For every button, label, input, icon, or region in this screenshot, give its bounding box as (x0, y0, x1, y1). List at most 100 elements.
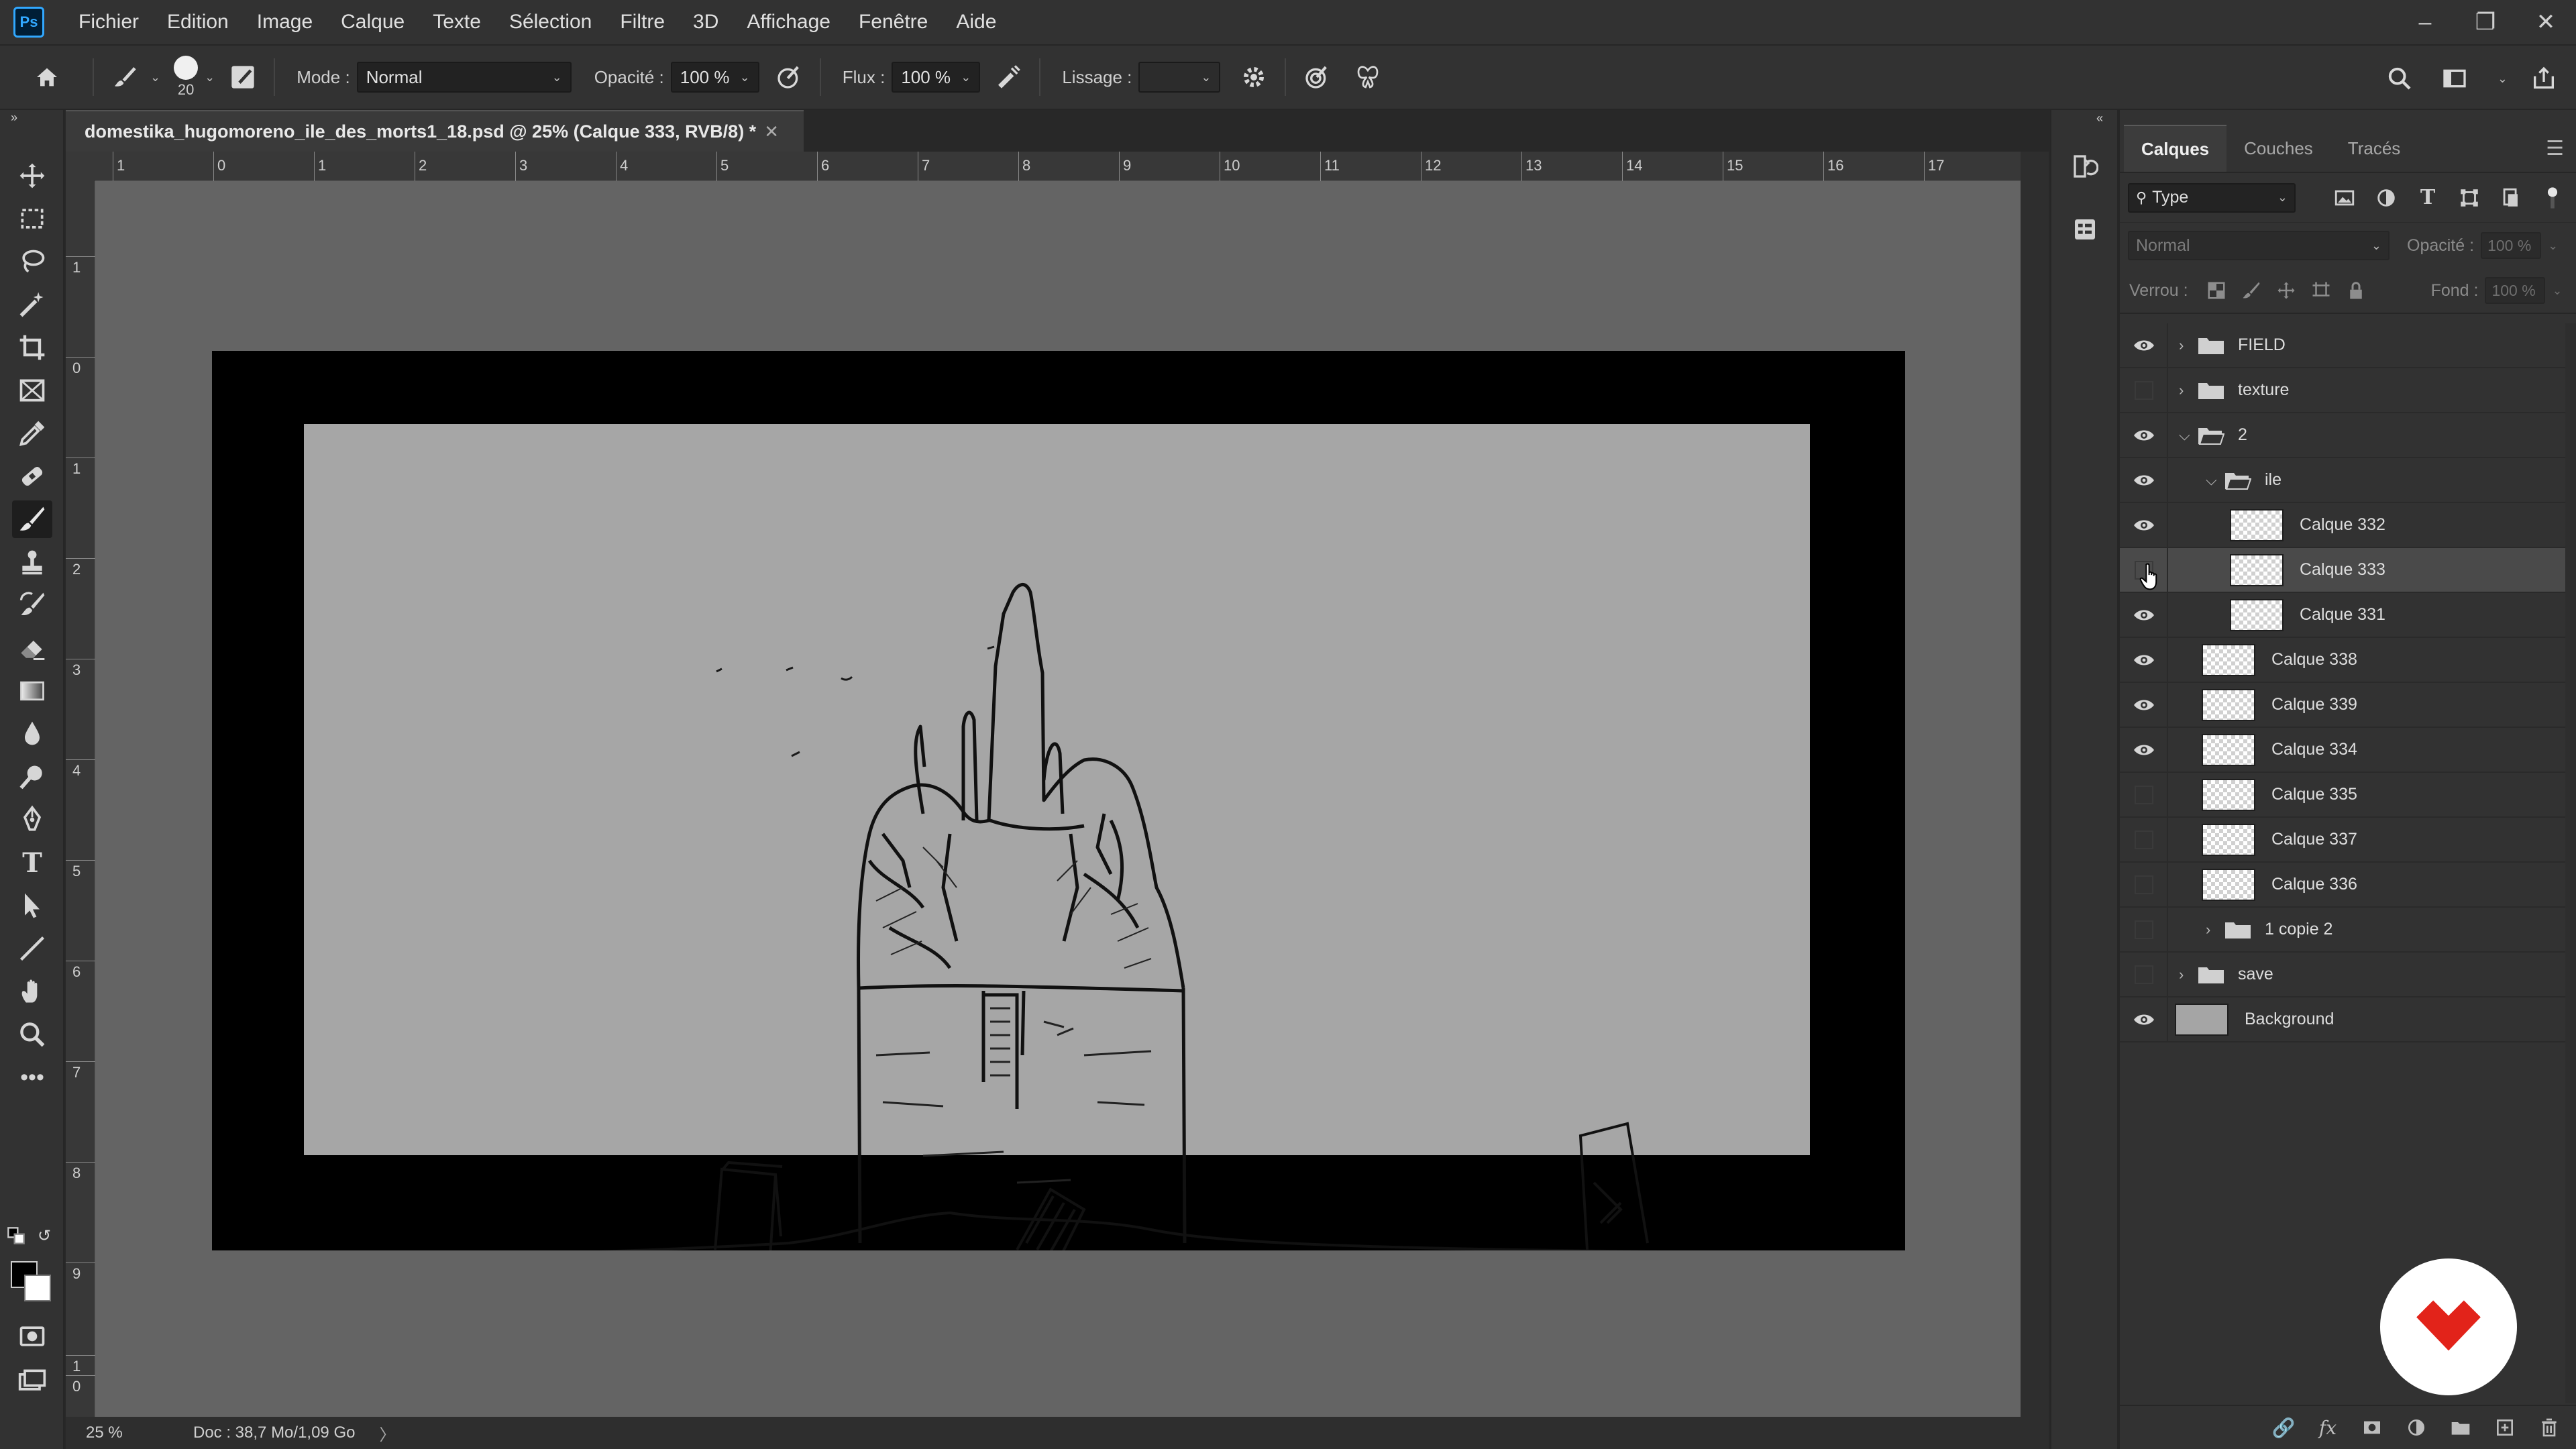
minimize-icon[interactable]: – (2408, 5, 2442, 39)
close-icon[interactable]: ✕ (2529, 5, 2563, 39)
search-icon[interactable] (2381, 60, 2418, 97)
delete-layer-icon[interactable] (2534, 1413, 2564, 1442)
filter-pixel-icon[interactable] (2329, 182, 2360, 213)
layer-group-row[interactable]: › FIELD (2120, 323, 2565, 368)
stamp-tool-icon[interactable] (12, 543, 52, 581)
menu-calque[interactable]: Calque (327, 0, 419, 44)
history-panel-icon[interactable] (2066, 148, 2104, 185)
pressure-opacity-icon[interactable] (770, 58, 808, 96)
swap-colors-icon[interactable]: ↺ (35, 1226, 54, 1245)
lock-pixels-icon[interactable] (2237, 276, 2266, 305)
eye-visible-icon[interactable] (2129, 511, 2159, 540)
eye-hidden-toggle[interactable] (2129, 376, 2159, 405)
background-color-swatch[interactable] (24, 1275, 51, 1301)
filter-smart-object-icon[interactable] (2496, 182, 2526, 213)
eye-visible-icon[interactable] (2129, 690, 2159, 720)
layer-thumbnail[interactable] (2202, 688, 2255, 721)
filter-type-icon[interactable]: T (2412, 182, 2443, 213)
menu-image[interactable]: Image (243, 0, 327, 44)
share-icon[interactable] (2525, 60, 2563, 97)
pressure-size-icon[interactable] (1298, 58, 1336, 96)
layer-filter-select[interactable]: ⚲ Type ⌄ (2128, 182, 2296, 213)
path-selection-icon[interactable] (12, 887, 52, 924)
menu-affichage[interactable]: Affichage (733, 0, 845, 44)
layer-row[interactable]: Calque 339 (2120, 683, 2565, 728)
collapse-arrows-icon[interactable]: » (4, 110, 24, 125)
healing-brush-icon[interactable] (12, 458, 52, 495)
new-group-icon[interactable] (2446, 1413, 2475, 1442)
chevron-right-icon[interactable]: › (2179, 337, 2184, 354)
collapse-arrows-icon[interactable]: « (2092, 110, 2108, 126)
layer-thumbnail[interactable] (2202, 868, 2255, 901)
filter-toggle-icon[interactable] (2537, 182, 2568, 213)
chevron-down-icon[interactable]: ⌄ (2498, 72, 2508, 86)
tab-calques[interactable]: Calques (2124, 125, 2227, 172)
menu-aide[interactable]: Aide (942, 0, 1010, 44)
restore-icon[interactable]: ❐ (2469, 5, 2502, 39)
screen-mode-icon[interactable] (12, 1362, 52, 1399)
home-icon[interactable] (28, 58, 66, 96)
eye-visible-icon[interactable] (2129, 600, 2159, 630)
lock-all-icon[interactable] (2341, 276, 2371, 305)
document-tab[interactable]: domestika_hugomoreno_ile_des_morts1_18.p… (66, 110, 804, 152)
chevron-right-icon[interactable]: › (2179, 966, 2184, 983)
artwork-island-of-the-dead[interactable] (212, 351, 1905, 1250)
symmetry-butterfly-icon[interactable] (1349, 58, 1387, 96)
new-adjustment-layer-icon[interactable] (2402, 1413, 2431, 1442)
flow-field[interactable]: 100 % ⌄ (892, 62, 981, 93)
layer-row[interactable]: Calque 335 (2120, 773, 2565, 818)
layer-row[interactable]: Calque 334 (2120, 728, 2565, 773)
document-vertical-scrollbar[interactable] (2021, 152, 2049, 1417)
blend-mode-select[interactable]: Normal ⌄ (2128, 231, 2390, 260)
eye-hidden-toggle[interactable] (2129, 780, 2159, 810)
layer-thumbnail[interactable] (2202, 823, 2255, 856)
eye-visible-icon[interactable] (2129, 466, 2159, 495)
eye-visible-icon[interactable] (2129, 331, 2159, 360)
menu-fichier[interactable]: Fichier (64, 0, 153, 44)
gear-icon[interactable] (1235, 58, 1273, 96)
layer-row[interactable]: Calque 332 (2120, 503, 2565, 548)
frame-tool-icon[interactable] (12, 372, 52, 409)
layer-row[interactable]: Calque 338 (2120, 638, 2565, 683)
new-layer-icon[interactable] (2490, 1413, 2520, 1442)
layer-row[interactable]: Calque 337 (2120, 818, 2565, 863)
eye-hidden-toggle[interactable] (2129, 960, 2159, 989)
airbrush-icon[interactable] (989, 58, 1027, 96)
canvas-area[interactable] (95, 181, 2021, 1417)
crop-tool-icon[interactable] (12, 329, 52, 366)
chevron-down-icon[interactable]: ⌄ (961, 70, 971, 85)
magic-wand-icon[interactable] (12, 286, 52, 323)
lock-transparency-icon[interactable] (2202, 276, 2231, 305)
layer-thumbnail[interactable] (2175, 1003, 2229, 1036)
lock-artboard-icon[interactable] (2306, 276, 2336, 305)
brush-size-picker[interactable]: 20 (174, 56, 199, 99)
layer-thumbnail[interactable] (2202, 643, 2255, 676)
layers-scrollbar[interactable] (2565, 323, 2576, 1403)
layer-thumbnail[interactable] (2202, 778, 2255, 811)
menu-filtre[interactable]: Filtre (606, 0, 679, 44)
blur-tool-icon[interactable] (12, 715, 52, 753)
layer-opacity-field[interactable]: 100 % (2481, 232, 2542, 259)
menu-3d[interactable]: 3D (679, 0, 733, 44)
eye-visible-icon[interactable] (2129, 645, 2159, 675)
history-brush-icon[interactable] (12, 586, 52, 624)
layer-group-row[interactable]: › 1 copie 2 (2120, 908, 2565, 953)
eye-visible-icon[interactable] (2129, 735, 2159, 765)
smoothing-field[interactable]: ⌄ (1138, 62, 1221, 93)
tab-close-icon[interactable]: ✕ (764, 121, 779, 142)
eye-visible-icon[interactable] (2129, 421, 2159, 450)
layer-group-row[interactable]: › save (2120, 953, 2565, 998)
chevron-down-icon[interactable]: ⌄ (2552, 284, 2562, 298)
workspace-icon[interactable] (2436, 60, 2473, 97)
default-colors-icon[interactable] (7, 1226, 25, 1245)
more-tools-icon[interactable]: ••• (12, 1059, 52, 1096)
chevron-down-icon[interactable]: ⌄ (1201, 70, 1211, 85)
menu-texte[interactable]: Texte (419, 0, 495, 44)
panel-menu-icon[interactable]: ☰ (2546, 137, 2564, 160)
quick-mask-icon[interactable] (12, 1318, 52, 1355)
layer-row[interactable]: Background (2120, 998, 2565, 1042)
chevron-down-icon[interactable]: ⌄ (740, 70, 750, 85)
move-tool-icon[interactable] (12, 157, 52, 195)
add-mask-icon[interactable] (2357, 1413, 2387, 1442)
lock-position-icon[interactable] (2271, 276, 2301, 305)
